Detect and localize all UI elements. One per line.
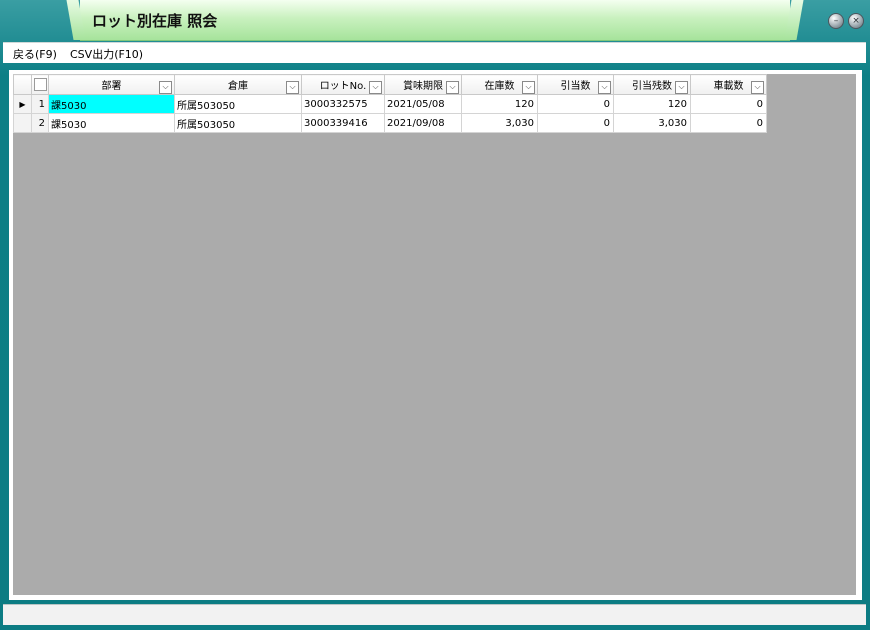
- close-icon[interactable]: ×: [848, 13, 864, 29]
- col-header-kigen[interactable]: 賞味期限 ⌵: [384, 74, 462, 95]
- cell-busho[interactable]: 課5030: [48, 94, 175, 114]
- title-bar: ロット別在庫 照会: [80, 0, 790, 41]
- csv-export-button[interactable]: CSV出力(F10): [70, 46, 143, 62]
- content-panel: 部署 ⌵ 倉庫 ⌵ ロットNo. ⌵ 賞味期限 ⌵ 在庫数 ⌵ 引当数 ⌵ 引当残数 ⌵ 車載…: [9, 70, 862, 600]
- cell-shasai[interactable]: 0: [690, 94, 767, 114]
- cell-zan[interactable]: 120: [613, 94, 691, 114]
- filter-dropdown-icon[interactable]: ⌵: [675, 81, 688, 94]
- status-bar: [3, 604, 866, 625]
- table-row[interactable]: ▶ 1 課5030 所属503050 3000332575 2021/05/08…: [13, 94, 767, 114]
- col-header-lot[interactable]: ロットNo. ⌵: [301, 74, 385, 95]
- cell-zaiko[interactable]: 120: [461, 94, 538, 114]
- row-indicator-header: [13, 74, 32, 95]
- cell-kigen[interactable]: 2021/09/08: [384, 113, 462, 133]
- filter-dropdown-icon[interactable]: ⌵: [286, 81, 299, 94]
- cell-zaiko[interactable]: 3,030: [461, 113, 538, 133]
- filter-dropdown-icon[interactable]: ⌵: [369, 81, 382, 94]
- minimize-icon[interactable]: –: [828, 13, 844, 29]
- filter-dropdown-icon[interactable]: ⌵: [446, 81, 459, 94]
- cell-zan[interactable]: 3,030: [613, 113, 691, 133]
- filter-dropdown-icon[interactable]: ⌵: [159, 81, 172, 94]
- cell-busho[interactable]: 課5030: [48, 113, 175, 133]
- stock-table: 部署 ⌵ 倉庫 ⌵ ロットNo. ⌵ 賞味期限 ⌵ 在庫数 ⌵ 引当数 ⌵ 引当残数 ⌵ 車載…: [13, 74, 767, 133]
- col-header-shasai[interactable]: 車載数 ⌵: [690, 74, 767, 95]
- cell-hikiate[interactable]: 0: [537, 94, 614, 114]
- row-pointer-icon: ▶: [13, 94, 32, 114]
- col-header-zaiko[interactable]: 在庫数 ⌵: [461, 74, 538, 95]
- cell-shasai[interactable]: 0: [690, 113, 767, 133]
- table-row[interactable]: 2 課5030 所属503050 3000339416 2021/09/08 3…: [13, 113, 767, 133]
- back-button[interactable]: 戻る(F9): [13, 46, 57, 62]
- select-all-checkbox[interactable]: [33, 78, 47, 91]
- row-number: 1: [31, 94, 49, 114]
- filter-dropdown-icon[interactable]: ⌵: [522, 81, 535, 94]
- col-header-busho[interactable]: 部署 ⌵: [48, 74, 175, 95]
- col-header-zan[interactable]: 引当残数 ⌵: [613, 74, 691, 95]
- window-title: ロット別在庫 照会: [92, 12, 218, 30]
- cell-souko[interactable]: 所属503050: [174, 113, 302, 133]
- cell-lot[interactable]: 3000332575: [301, 94, 385, 114]
- filter-dropdown-icon[interactable]: ⌵: [751, 81, 764, 94]
- select-all-header[interactable]: [31, 74, 49, 95]
- col-header-hikiate[interactable]: 引当数 ⌵: [537, 74, 614, 95]
- col-header-souko[interactable]: 倉庫 ⌵: [174, 74, 302, 95]
- row-number: 2: [31, 113, 49, 133]
- cell-lot[interactable]: 3000339416: [301, 113, 385, 133]
- cell-kigen[interactable]: 2021/05/08: [384, 94, 462, 114]
- system-buttons: – ×: [828, 13, 864, 29]
- row-pointer-cell: [13, 113, 32, 133]
- menu-bar: 戻る(F9) CSV出力(F10): [3, 42, 866, 63]
- cell-hikiate[interactable]: 0: [537, 113, 614, 133]
- filter-dropdown-icon[interactable]: ⌵: [598, 81, 611, 94]
- header-row: 部署 ⌵ 倉庫 ⌵ ロットNo. ⌵ 賞味期限 ⌵ 在庫数 ⌵ 引当数 ⌵ 引当残数 ⌵ 車載…: [13, 74, 767, 95]
- cell-souko[interactable]: 所属503050: [174, 94, 302, 114]
- data-grid[interactable]: 部署 ⌵ 倉庫 ⌵ ロットNo. ⌵ 賞味期限 ⌵ 在庫数 ⌵ 引当数 ⌵ 引当残数 ⌵ 車載…: [13, 74, 856, 595]
- app-window: ロット別在庫 照会 – × 戻る(F9) CSV出力(F10) 部署 ⌵ 倉庫 …: [0, 0, 870, 630]
